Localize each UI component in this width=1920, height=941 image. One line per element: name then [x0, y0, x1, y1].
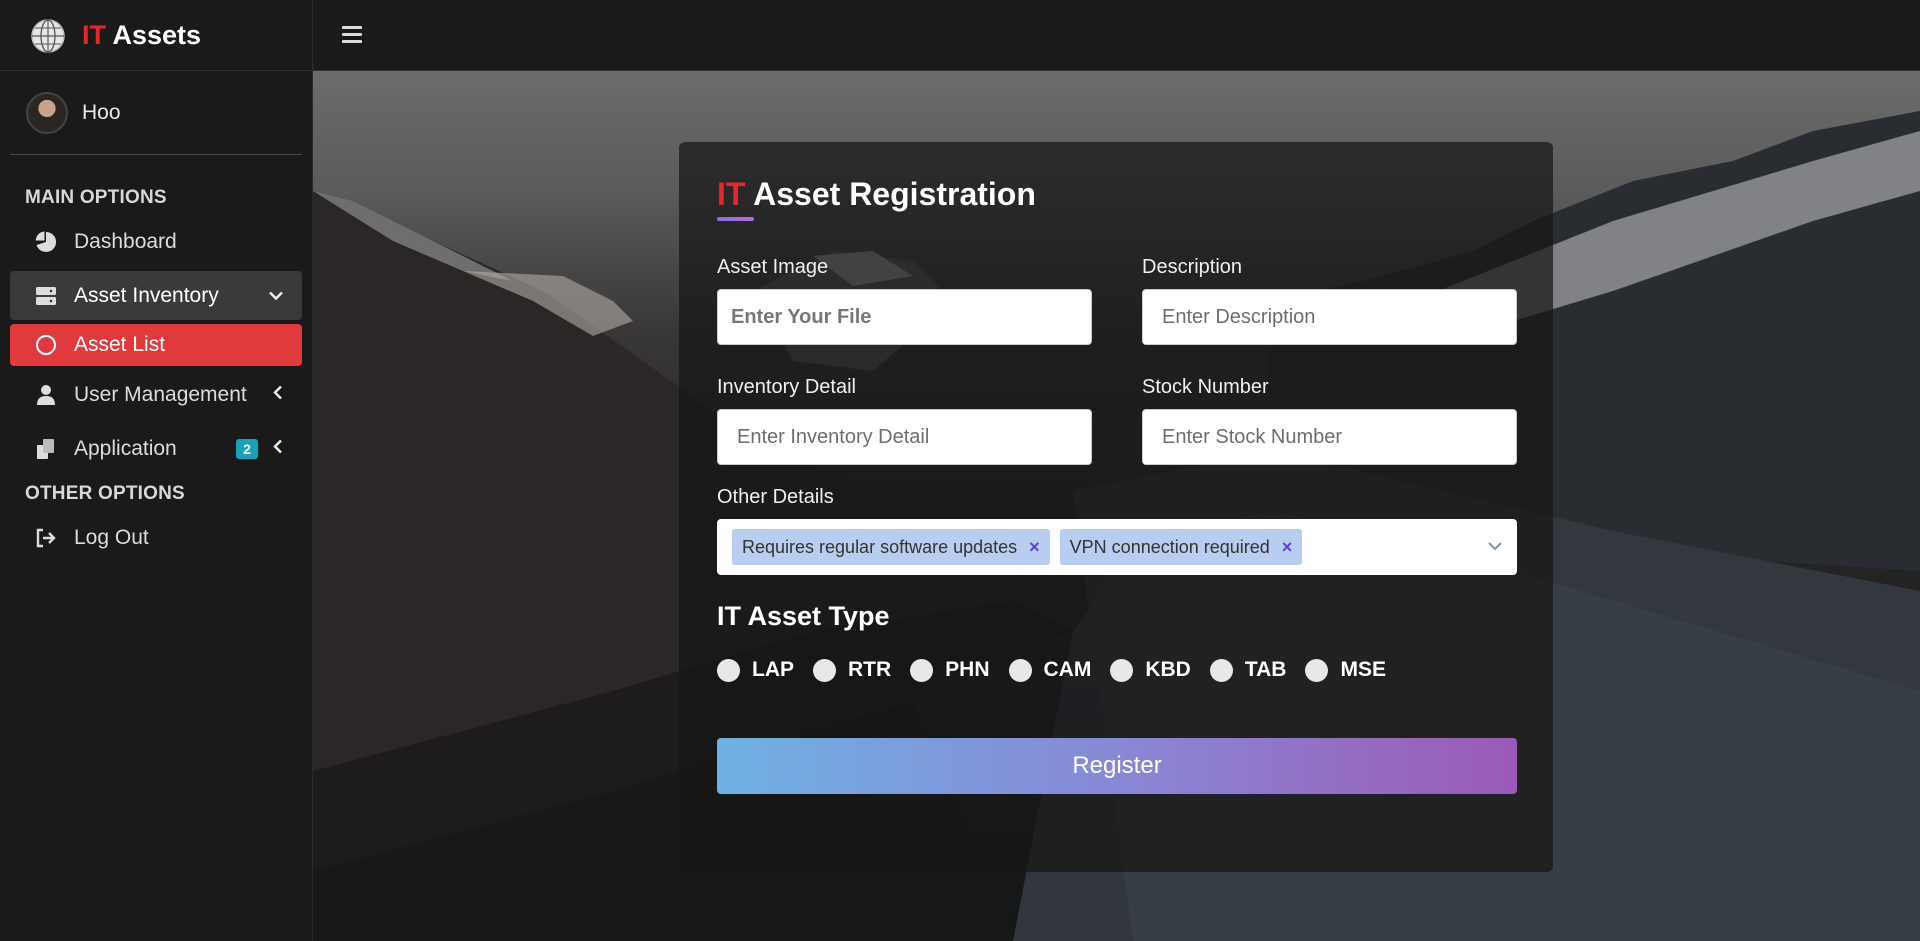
description-label: Description [1142, 256, 1243, 278]
sidebar-item-application[interactable]: Application 2 [10, 424, 302, 473]
registration-card: IT Asset Registration Asset Image Enter … [679, 142, 1553, 872]
tag-chip: VPN connection required × [1059, 529, 1303, 565]
chevron-down-icon[interactable] [1487, 535, 1503, 558]
tag-chip: Requires regular software updates × [732, 529, 1050, 565]
inventory-detail-label: Inventory Detail [717, 376, 856, 398]
radio-tab[interactable]: TAB [1209, 658, 1287, 682]
radio-rtr[interactable]: RTR [813, 658, 891, 682]
app-title-rest: Assets [112, 20, 202, 50]
description-input[interactable]: Enter Description [1142, 289, 1517, 345]
logout-icon [34, 526, 58, 550]
other-details-field: Other Details Requires regular software … [717, 486, 1517, 575]
sidebar-item-label: Asset List [74, 333, 166, 356]
tag-label: VPN connection required [1069, 536, 1270, 557]
sidebar-item-asset-inventory[interactable]: Asset Inventory [10, 271, 302, 320]
avatar [26, 91, 68, 134]
asset-image-label: Asset Image [717, 256, 829, 278]
inventory-detail-input[interactable]: Enter Inventory Detail [717, 409, 1092, 465]
other-details-multiselect[interactable]: Requires regular software updates × VPN … [717, 519, 1517, 575]
radio-label: LAP [752, 658, 794, 681]
asset-image-input[interactable]: Enter Your File [717, 289, 1092, 345]
sidebar-item-label: Dashboard [74, 229, 177, 253]
radio-button[interactable] [1305, 658, 1329, 682]
top-bar: IT Assets [0, 0, 1920, 71]
radio-label: KBD [1145, 658, 1191, 681]
sidebar-item-logout[interactable]: Log Out [10, 513, 302, 562]
radio-label: MSE [1340, 658, 1386, 681]
user-name: Hoo [82, 100, 121, 124]
chevron-down-icon [268, 284, 284, 307]
globe-icon [31, 18, 65, 53]
radio-phn[interactable]: PHN [910, 658, 990, 682]
brand[interactable]: IT Assets [0, 0, 313, 71]
radio-button[interactable] [910, 658, 934, 682]
page-title: IT Asset Registration [717, 176, 1036, 213]
radio-label: RTR [848, 658, 892, 681]
user-panel[interactable]: Hoo [10, 71, 302, 155]
radio-kbd[interactable]: KBD [1110, 658, 1191, 682]
menu-toggle-icon[interactable] [342, 22, 362, 46]
copy-icon [34, 437, 58, 461]
radio-mse[interactable]: MSE [1305, 658, 1386, 682]
sidebar-item-asset-list[interactable]: Asset List [10, 324, 302, 366]
circle-icon [34, 333, 58, 357]
other-details-label: Other Details [717, 486, 834, 508]
radio-cam[interactable]: CAM [1008, 658, 1092, 682]
stock-number-field: Stock Number Enter Stock Number [1142, 376, 1517, 465]
stock-number-label: Stock Number [1142, 376, 1269, 398]
asset-image-field: Asset Image Enter Your File [717, 256, 1092, 345]
asset-type-title: IT Asset Type [717, 601, 890, 631]
asset-type-radio-group: LAP RTR PHN CAM KBD TAB MSE [717, 658, 1405, 682]
section-title-main: MAIN OPTIONS [25, 187, 167, 208]
description-field: Description Enter Description [1142, 256, 1517, 345]
sidebar-item-user-management[interactable]: User Management [10, 370, 302, 419]
chevron-left-icon [272, 437, 284, 460]
server-icon [34, 284, 58, 308]
sidebar-item-label: Asset Inventory [74, 283, 219, 307]
radio-button[interactable] [1110, 658, 1134, 682]
sidebar-item-label: Application [74, 436, 177, 460]
radio-label: PHN [945, 658, 990, 681]
radio-button[interactable] [1209, 658, 1233, 682]
main-content: IT Asset Registration Asset Image Enter … [313, 71, 1920, 941]
sidebar: Hoo MAIN OPTIONS Dashboard Asset Invento… [0, 71, 313, 941]
chevron-left-icon [272, 383, 284, 406]
radio-button[interactable] [1008, 658, 1032, 682]
app-title-prefix: IT [82, 20, 106, 50]
sidebar-item-label: Log Out [74, 525, 149, 549]
notification-badge: 2 [236, 438, 258, 459]
section-title-other: OTHER OPTIONS [25, 483, 185, 504]
register-button[interactable]: Register [717, 738, 1517, 794]
stock-number-input[interactable]: Enter Stock Number [1142, 409, 1517, 465]
tag-label: Requires regular software updates [742, 536, 1018, 557]
remove-tag-icon[interactable]: × [1282, 537, 1293, 558]
radio-button[interactable] [717, 658, 740, 682]
title-rest: Asset Registration [753, 176, 1036, 212]
pie-chart-icon [34, 230, 58, 254]
sidebar-item-dashboard[interactable]: Dashboard [10, 217, 302, 266]
radio-button[interactable] [813, 658, 836, 682]
app-title: IT Assets [82, 20, 201, 51]
radio-label: TAB [1244, 658, 1287, 681]
inventory-detail-field: Inventory Detail Enter Inventory Detail [717, 376, 1092, 465]
remove-tag-icon[interactable]: × [1029, 537, 1040, 558]
title-prefix: IT [717, 176, 746, 212]
radio-label: CAM [1043, 658, 1092, 681]
sidebar-item-label: User Management [74, 382, 247, 406]
radio-lap[interactable]: LAP [717, 658, 794, 682]
user-icon [34, 383, 58, 407]
